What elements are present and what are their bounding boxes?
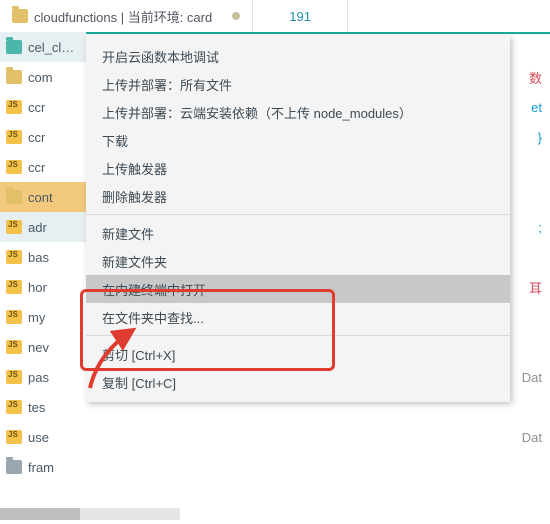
file-tree-item[interactable]: hor — [0, 272, 86, 302]
file-tree-label: adr — [28, 220, 47, 235]
file-tree[interactable]: cel_cl…com ccr ccr ccr cont adr bas hor my nev pas… — [0, 32, 86, 482]
context-menu[interactable]: 开启云函数本地调试上传并部署：所有文件上传并部署：云端安装依赖（不上传 node… — [86, 36, 510, 402]
gutter-text — [510, 482, 550, 512]
file-tree-item[interactable]: ccr — [0, 92, 86, 122]
context-menu-item[interactable]: 在文件夹中查找... — [86, 303, 510, 331]
file-tree-label: com — [28, 70, 53, 85]
file-tree-label: ccr — [28, 160, 45, 175]
gutter-text — [510, 182, 550, 212]
context-menu-item[interactable]: 新建文件夹 — [86, 247, 510, 275]
gutter-text: } — [510, 122, 550, 152]
file-tree-item[interactable]: cel_cl… — [0, 32, 86, 62]
context-menu-item[interactable]: 开启云函数本地调试 — [86, 42, 510, 70]
js-file-icon — [6, 130, 22, 144]
file-tree-label: nev — [28, 340, 49, 355]
file-tree-item[interactable]: nev — [0, 332, 86, 362]
file-tree-item[interactable]: use — [0, 422, 86, 452]
scrollbar-thumb[interactable] — [0, 508, 80, 520]
file-tree-item[interactable]: cont — [0, 182, 86, 212]
context-menu-item[interactable]: 新建文件 — [86, 219, 510, 247]
file-tree-label: pas — [28, 370, 49, 385]
gutter-text: et — [510, 92, 550, 122]
editor-gutter: 数et}; 耳 Dat Dat — [510, 32, 550, 512]
tab-counter[interactable]: 191 — [253, 0, 348, 32]
file-tree-label: bas — [28, 250, 49, 265]
context-menu-item[interactable]: 剪切 [Ctrl+X] — [86, 340, 510, 368]
context-menu-item[interactable]: 上传并部署：云端安装依赖（不上传 node_modules） — [86, 98, 510, 126]
file-tree-label: cel_cl… — [28, 40, 74, 55]
gutter-text: 耳 — [510, 272, 550, 302]
js-file-icon — [6, 370, 22, 384]
folder-icon — [6, 70, 22, 84]
horizontal-scrollbar[interactable] — [0, 508, 180, 520]
js-file-icon — [6, 160, 22, 174]
context-menu-item[interactable]: 上传并部署：所有文件 — [86, 70, 510, 98]
gutter-text: ; — [510, 212, 550, 242]
file-tree-label: use — [28, 430, 49, 445]
file-tree-item[interactable]: com — [0, 62, 86, 92]
file-tree-label: ccr — [28, 130, 45, 145]
context-menu-item[interactable]: 上传触发器 — [86, 154, 510, 182]
tab-counter-value: 191 — [265, 9, 335, 24]
tab-title: cloudfunctions | 当前环境: card — [34, 7, 212, 26]
gutter-text — [510, 152, 550, 182]
folder-icon — [6, 40, 22, 54]
file-tree-label: hor — [28, 280, 47, 295]
gutter-text: Dat — [510, 422, 550, 452]
context-menu-item[interactable]: 删除触发器 — [86, 182, 510, 210]
modified-dot-icon — [232, 12, 240, 20]
gutter-text — [510, 392, 550, 422]
file-tree-label: my — [28, 310, 45, 325]
gutter-text: Dat — [510, 362, 550, 392]
js-file-icon — [6, 430, 22, 444]
gutter-text — [510, 332, 550, 362]
context-menu-item[interactable]: 复制 [Ctrl+C] — [86, 368, 510, 396]
js-file-icon — [6, 250, 22, 264]
gutter-text — [510, 242, 550, 272]
gutter-text — [510, 452, 550, 482]
tab-bar: cloudfunctions | 当前环境: card 191 — [0, 0, 550, 34]
js-file-icon — [6, 100, 22, 114]
folder-icon — [6, 190, 22, 204]
gutter-text — [510, 32, 550, 62]
file-tree-item[interactable]: adr — [0, 212, 86, 242]
file-tree-item[interactable]: my — [0, 302, 86, 332]
js-file-icon — [6, 220, 22, 234]
file-tree-item[interactable]: pas — [0, 362, 86, 392]
file-tree-label: ccr — [28, 100, 45, 115]
gutter-text — [510, 302, 550, 332]
file-tree-label: tes — [28, 400, 45, 415]
folder-icon — [12, 9, 28, 23]
js-file-icon — [6, 400, 22, 414]
file-tree-label: fram — [28, 460, 54, 475]
file-tree-item[interactable]: ccr — [0, 122, 86, 152]
file-tree-label: cont — [28, 190, 53, 205]
file-tree-item[interactable]: ccr — [0, 152, 86, 182]
folder-icon — [6, 460, 22, 474]
context-menu-item[interactable]: 在内建终端中打开 — [86, 275, 510, 303]
file-tree-item[interactable]: fram — [0, 452, 86, 482]
js-file-icon — [6, 280, 22, 294]
gutter-text: 数 — [510, 62, 550, 92]
context-menu-item[interactable]: 下载 — [86, 126, 510, 154]
tab-cloudfunctions[interactable]: cloudfunctions | 当前环境: card — [0, 0, 253, 32]
file-tree-item[interactable]: bas — [0, 242, 86, 272]
js-file-icon — [6, 310, 22, 324]
file-tree-item[interactable]: tes — [0, 392, 86, 422]
js-file-icon — [6, 340, 22, 354]
